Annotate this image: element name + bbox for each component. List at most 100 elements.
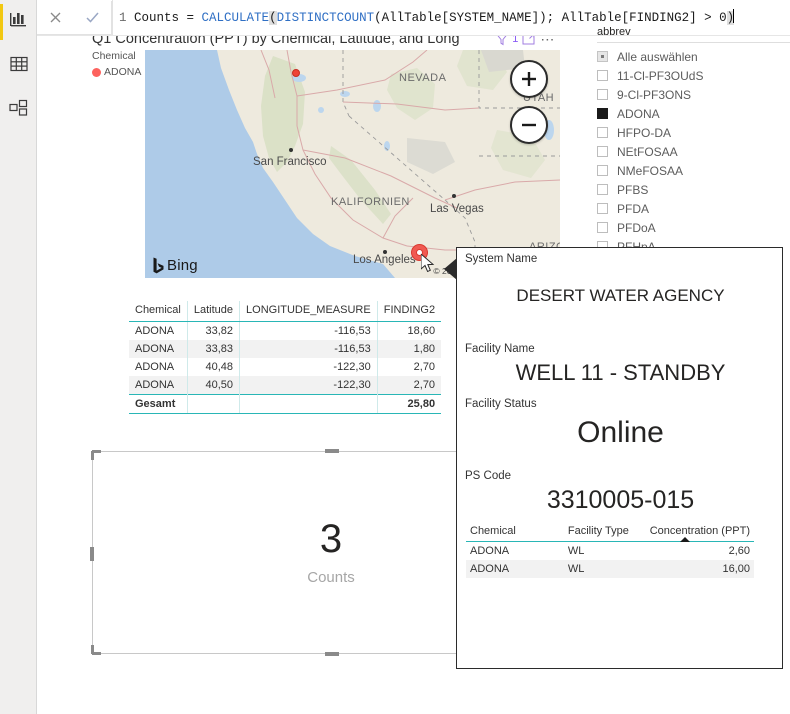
tooltip-field-ps-code: PS Code xyxy=(465,470,511,482)
text-caret xyxy=(733,9,735,23)
bing-mark-icon xyxy=(153,257,164,274)
visual-header-icons: 1 ⋯ xyxy=(496,36,560,46)
column-header-chemical[interactable]: Chemical xyxy=(129,301,188,322)
checkbox-icon[interactable] xyxy=(597,89,608,100)
tooltip-column-header-facility-type[interactable]: Facility Type xyxy=(563,523,642,542)
slicer-item-adona[interactable]: ADONA xyxy=(597,104,790,123)
cell-longitude: -116,53 xyxy=(239,340,378,358)
table-row[interactable]: ADONA 40,48 -122,30 2,70 xyxy=(129,358,441,376)
tooltip-column-header-chemical[interactable]: Chemical xyxy=(466,523,564,542)
tooltip-column-header-concentration-label: Concentration (PPT) xyxy=(649,525,750,537)
relationships-icon xyxy=(8,99,30,122)
tooltip-value-ps-code: 3310005-015 xyxy=(546,486,695,514)
accept-formula-button[interactable] xyxy=(78,3,108,33)
nav-item-model-view[interactable] xyxy=(0,88,37,132)
slicer-item-label: PFBS xyxy=(617,182,649,197)
tooltip-table-row: ADONA WL 16,00 xyxy=(466,560,754,578)
nav-item-report-view[interactable] xyxy=(0,0,37,44)
filter-funnel-icon[interactable] xyxy=(496,36,508,46)
map-region-label-nevada: NEVADA xyxy=(399,72,447,84)
tooltip-caption: PS Code xyxy=(465,470,512,482)
cell-chemical: ADONA xyxy=(129,358,188,376)
cell-latitude: 33,82 xyxy=(187,321,241,340)
resize-handle-bottom-left-v[interactable] xyxy=(91,645,94,654)
focus-mode-icon[interactable] xyxy=(522,36,536,46)
data-table-visual[interactable]: Chemical Latitude LONGITUDE_MEASURE FIND… xyxy=(129,301,442,414)
check-icon xyxy=(86,12,99,23)
map-data-point[interactable] xyxy=(292,69,300,77)
resize-handle-top-left-v[interactable] xyxy=(91,451,94,460)
resize-handle-bottom-center[interactable] xyxy=(325,652,339,656)
bing-map[interactable]: NEVADA UTAH KALIFORNIEN ARIZONA San Fran… xyxy=(145,50,560,278)
tooltip-table-header-row: Chemical Facility Type Concentration (PP… xyxy=(466,523,754,542)
slicer-item-netfosaa[interactable]: NEtFOSAA xyxy=(597,142,790,161)
map-zoom-in-button[interactable] xyxy=(510,60,548,98)
map-data-point-selected[interactable] xyxy=(411,244,428,261)
cancel-formula-button[interactable] xyxy=(41,3,71,33)
slicer-item-nmefosaa[interactable]: NMeFOSAA xyxy=(597,161,790,180)
column-header-finding2[interactable]: FINDING2 xyxy=(377,301,442,322)
column-header-latitude[interactable]: Latitude xyxy=(187,301,241,322)
checkbox-icon[interactable] xyxy=(597,165,608,176)
map-legend: Chemical ADONA xyxy=(92,50,144,78)
column-header-longitude-measure[interactable]: LONGITUDE_MEASURE xyxy=(239,301,378,322)
tooltip-pointer xyxy=(444,258,457,280)
table-row[interactable]: ADONA 33,83 -116,53 1,80 xyxy=(129,340,442,358)
resize-handle-top-center[interactable] xyxy=(325,449,339,453)
cell-chemical: ADONA xyxy=(129,321,188,340)
checkbox-icon[interactable] xyxy=(597,127,608,138)
checkbox-icon[interactable] xyxy=(597,146,608,157)
slicer-item-label: ADONA xyxy=(617,106,660,121)
checkbox-icon[interactable] xyxy=(597,184,608,195)
slicer-item-label: HFPO-DA xyxy=(617,125,671,140)
checkbox-icon[interactable] xyxy=(597,222,608,233)
bing-logo[interactable]: Bing xyxy=(153,257,198,274)
map-zoom-out-button[interactable] xyxy=(510,106,548,144)
checkbox-icon[interactable] xyxy=(597,108,608,119)
cell-latitude: 33,83 xyxy=(187,340,241,358)
tooltip-cell-concentration: 16,00 xyxy=(641,560,754,578)
cell-finding2: 18,60 xyxy=(407,325,436,337)
slicer-item-9-cl-pf3ons[interactable]: 9-Cl-PF3ONS xyxy=(597,85,790,104)
filter-count-badge: 1 xyxy=(512,36,519,45)
slicer-item-pfbs[interactable]: PFBS xyxy=(597,180,790,199)
slicer-item-list: Alle auswählen 11-Cl-PF3OUdS 9-Cl-PF3ONS… xyxy=(597,43,790,256)
line-number: 1 xyxy=(119,11,127,25)
nav-item-data-view[interactable] xyxy=(0,44,37,88)
map-tooltip-page: System Name DESERT WATER AGENCY Facility… xyxy=(444,247,783,669)
tooltip-field-system-name: System Name xyxy=(465,253,537,265)
bar-chart-icon xyxy=(9,11,28,33)
slicer-item-pfda[interactable]: PFDA xyxy=(597,199,790,218)
map-visual[interactable]: Q1 Concentration (PPT) by Chemical, Lati… xyxy=(92,36,560,278)
plus-icon xyxy=(522,72,536,86)
slicer-item-pfdoa[interactable]: PFDoA xyxy=(597,218,790,237)
map-city-label-las-vegas: Las Vegas xyxy=(430,203,484,215)
checkbox-icon[interactable] xyxy=(597,70,608,81)
slicer-item-11-cl-pf3ouds[interactable]: 11-Cl-PF3OUdS xyxy=(597,66,790,85)
tooltip-column-header-concentration[interactable]: Concentration (PPT) xyxy=(641,523,754,542)
total-latitude xyxy=(187,394,241,414)
more-options-icon[interactable]: ⋯ xyxy=(540,36,556,46)
dax-measure-name: Counts = xyxy=(134,11,202,25)
dax-arguments: (AllTable[SYSTEM_NAME]); AllTable[FINDIN… xyxy=(374,11,727,25)
close-icon xyxy=(50,12,61,23)
slicer-item-select-all[interactable]: Alle auswählen xyxy=(597,47,790,66)
cell-chemical: ADONA xyxy=(129,376,188,395)
map-visual-header: Q1 Concentration (PPT) by Chemical, Lati… xyxy=(92,36,560,50)
table-row[interactable]: ADONA 40,50 -122,30 2,70 xyxy=(129,376,442,395)
legend-color-swatch xyxy=(92,67,101,77)
legend-item-adona[interactable]: ADONA xyxy=(92,66,144,78)
tooltip-value-facility-name: WELL 11 - STANDBY xyxy=(515,360,726,385)
total-finding2: 25,80 xyxy=(377,394,442,414)
tooltip-caption: System Name xyxy=(465,253,538,265)
checkbox-icon[interactable] xyxy=(597,51,608,62)
checkbox-icon[interactable] xyxy=(597,203,608,214)
slicer-visual-abbrev[interactable]: abbrev Alle auswählen 11-Cl-PF3OUdS 9-Cl… xyxy=(597,26,790,256)
tooltip-caption: Facility Name xyxy=(465,343,535,355)
map-city-label-los-angeles: Los Angeles xyxy=(353,254,416,266)
table-row[interactable]: ADONA 33,82 -116,53 18,60 xyxy=(129,321,441,340)
cell-chemical: ADONA xyxy=(129,340,188,358)
slicer-item-hfpo-da[interactable]: HFPO-DA xyxy=(597,123,790,142)
resize-handle-middle-left[interactable] xyxy=(90,547,94,561)
slicer-item-label: Alle auswählen xyxy=(617,49,698,64)
